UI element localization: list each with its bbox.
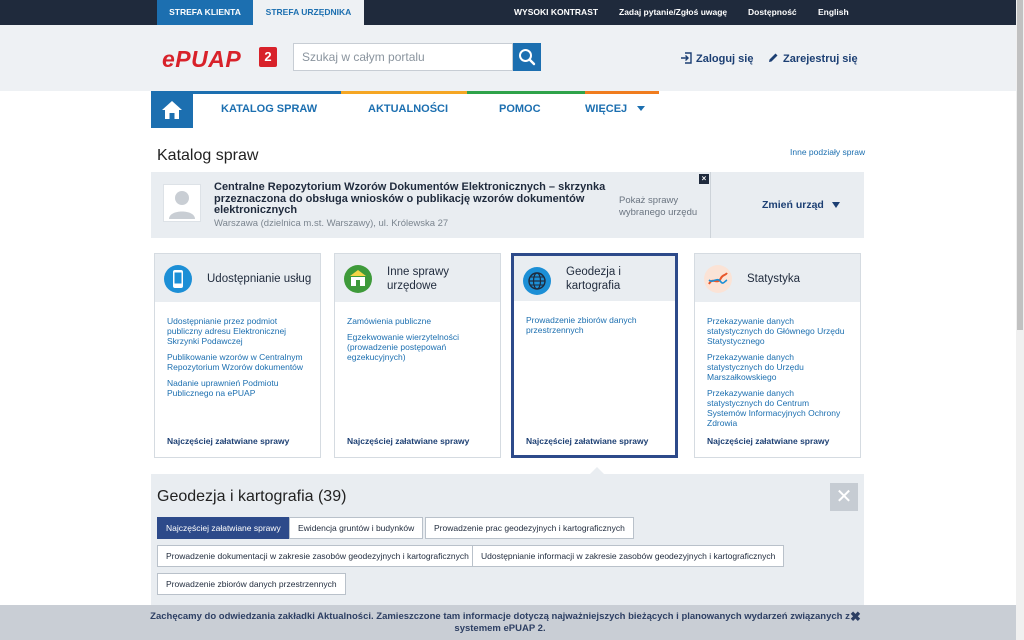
globe-icon <box>523 267 551 295</box>
change-office-button[interactable]: Zmień urząd <box>762 199 840 211</box>
nav-more-label: WIĘCEJ <box>585 103 628 115</box>
most-common-link[interactable]: Najczęściej załatwiane sprawy <box>707 436 829 446</box>
office-name: Centralne Repozytorium Wzorów Dokumentów… <box>214 181 606 216</box>
nav-color-bar <box>585 91 659 94</box>
filter-chip[interactable]: Najczęściej załatwiane sprawy <box>157 517 290 539</box>
search-box <box>293 43 541 71</box>
section-title: Geodezja i kartografia (39) <box>157 488 347 505</box>
filter-chip[interactable]: Udostępnianie informacji w zakresie zaso… <box>472 545 785 567</box>
close-icon[interactable]: ✕ <box>830 483 858 511</box>
caret-down-icon <box>831 202 840 208</box>
accessibility-link[interactable]: Dostępność <box>748 0 797 25</box>
page-title: Katalog spraw <box>157 147 259 164</box>
mobile-phone-icon <box>164 265 192 293</box>
user-placeholder-icon <box>169 191 195 219</box>
nav-color-bar <box>467 91 585 94</box>
login-label: Zaloguj się <box>696 53 754 65</box>
case-link[interactable]: Zamówienia publiczne <box>347 316 490 326</box>
pencil-icon <box>769 53 778 62</box>
office-address: Warszawa (dzielnica m.st. Warszawy), ul.… <box>214 218 449 229</box>
show-office-cases-link[interactable]: Pokaż sprawy wybranego urzędu <box>619 195 709 219</box>
card-header: Geodezja i kartografia <box>514 256 675 301</box>
most-common-link[interactable]: Najczęściej załatwiane sprawy <box>526 436 648 446</box>
most-common-link[interactable]: Najczęściej załatwiane sprawy <box>167 436 289 446</box>
pointer-arrow <box>590 467 604 474</box>
category-card-statistics[interactable]: Statystyka Przekazywanie danych statysty… <box>694 253 861 458</box>
home-button[interactable] <box>151 91 193 128</box>
top-bar <box>0 0 1016 25</box>
scrollbar-thumb[interactable] <box>1017 0 1023 330</box>
case-link[interactable]: Publikowanie wzorów w Centralnym Repozyt… <box>167 352 310 372</box>
filter-chip[interactable]: Prowadzenie prac geodezyjnych i kartogra… <box>425 517 634 539</box>
card-header: Inne sprawy urzędowe <box>335 254 500 302</box>
case-link[interactable]: Przekazywanie danych statystycznych do C… <box>707 388 850 428</box>
close-notice-icon[interactable]: ✖ <box>850 609 861 625</box>
close-office-icon[interactable]: × <box>699 174 709 184</box>
case-link[interactable]: Nadanie uprawnień Podmiotu Publicznego n… <box>167 378 310 398</box>
card-links: Przekazywanie danych statystycznych do G… <box>707 316 850 434</box>
card-links: Zamówienia publiczne Egzekwowanie wierzy… <box>347 316 490 368</box>
nav-help[interactable]: POMOC <box>499 103 541 115</box>
category-card-geodesy[interactable]: Geodezja i kartografia Prowadzenie zbior… <box>511 253 678 458</box>
logo-text: ePUAP <box>162 46 242 72</box>
nav-news[interactable]: AKTUALNOŚCI <box>368 103 448 115</box>
change-office-label: Zmień urząd <box>762 199 824 211</box>
logo-badge: 2 <box>259 47 277 67</box>
category-card-other[interactable]: Inne sprawy urzędowe Zamówienia publiczn… <box>334 253 501 458</box>
home-icon <box>162 101 182 119</box>
header: ePUAP 2 Zaloguj się Zarejestruj się <box>0 25 1016 91</box>
card-links: Udostępnianie przez podmiot publiczny ad… <box>167 316 310 404</box>
card-title: Statystyka <box>747 273 801 285</box>
trend-chart-icon <box>704 265 732 293</box>
other-divisions-link[interactable]: Inne podziały spraw <box>790 147 865 157</box>
card-title: Geodezja i kartografia <box>566 266 621 292</box>
case-link[interactable]: Przekazywanie danych statystycznych do G… <box>707 316 850 346</box>
notice-text: Zachęcamy do odwiedzania zakładki Aktual… <box>150 611 850 634</box>
login-link[interactable]: Zaloguj się <box>680 52 753 65</box>
high-contrast-link[interactable]: WYSOKI KONTRAST <box>514 0 598 25</box>
case-link[interactable]: Przekazywanie danych statystycznych do U… <box>707 352 850 382</box>
nav-catalog[interactable]: KATALOG SPRAW <box>221 103 317 115</box>
building-icon <box>344 265 372 293</box>
card-title: Inne sprawy urzędowe <box>387 266 450 292</box>
chevron-down-icon <box>637 106 646 111</box>
ask-question-link[interactable]: Zadaj pytanie/Zgłoś uwagę <box>619 0 727 25</box>
filter-chip[interactable]: Prowadzenie zbiorów danych przestrzennyc… <box>157 573 346 595</box>
filter-chip[interactable]: Prowadzenie dokumentacji w zakresie zaso… <box>157 545 478 567</box>
card-links: Prowadzenie zbiorów danych przestrzennyc… <box>526 315 665 341</box>
divider <box>710 172 711 238</box>
case-link[interactable]: Udostępnianie przez podmiot publiczny ad… <box>167 316 310 346</box>
tab-client-zone[interactable]: STREFA KLIENTA <box>157 0 253 25</box>
language-link[interactable]: English <box>818 0 849 25</box>
search-button[interactable] <box>513 43 541 71</box>
search-input[interactable] <box>293 43 513 71</box>
case-link[interactable]: Egzekwowanie wierzytelności (prowadzenie… <box>347 332 490 362</box>
register-label: Zarejestruj się <box>783 53 858 65</box>
register-link[interactable]: Zarejestruj się <box>767 52 858 65</box>
card-header: Udostępnianie usług <box>155 254 320 302</box>
login-icon <box>681 52 692 64</box>
search-icon <box>519 49 536 66</box>
tab-official-zone[interactable]: STREFA URZĘDNIKA <box>253 0 364 25</box>
office-avatar <box>163 184 201 222</box>
filter-chip[interactable]: Ewidencja gruntów i budynków <box>289 517 424 539</box>
card-header: Statystyka <box>695 254 860 302</box>
nav-more[interactable]: WIĘCEJ <box>585 103 646 115</box>
card-title: Udostępnianie usług <box>207 273 312 285</box>
most-common-link[interactable]: Najczęściej załatwiane sprawy <box>347 436 469 446</box>
case-link[interactable]: Prowadzenie zbiorów danych przestrzennyc… <box>526 315 665 335</box>
nav-color-bar <box>341 91 467 94</box>
category-card-services[interactable]: Udostępnianie usług Udostępnianie przez … <box>154 253 321 458</box>
